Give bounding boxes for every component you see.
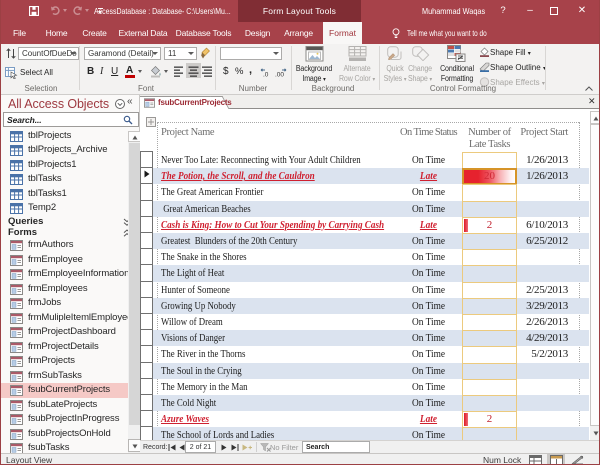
svg-text:.0: .0 <box>263 72 269 78</box>
svg-text:.00: .00 <box>275 72 284 78</box>
